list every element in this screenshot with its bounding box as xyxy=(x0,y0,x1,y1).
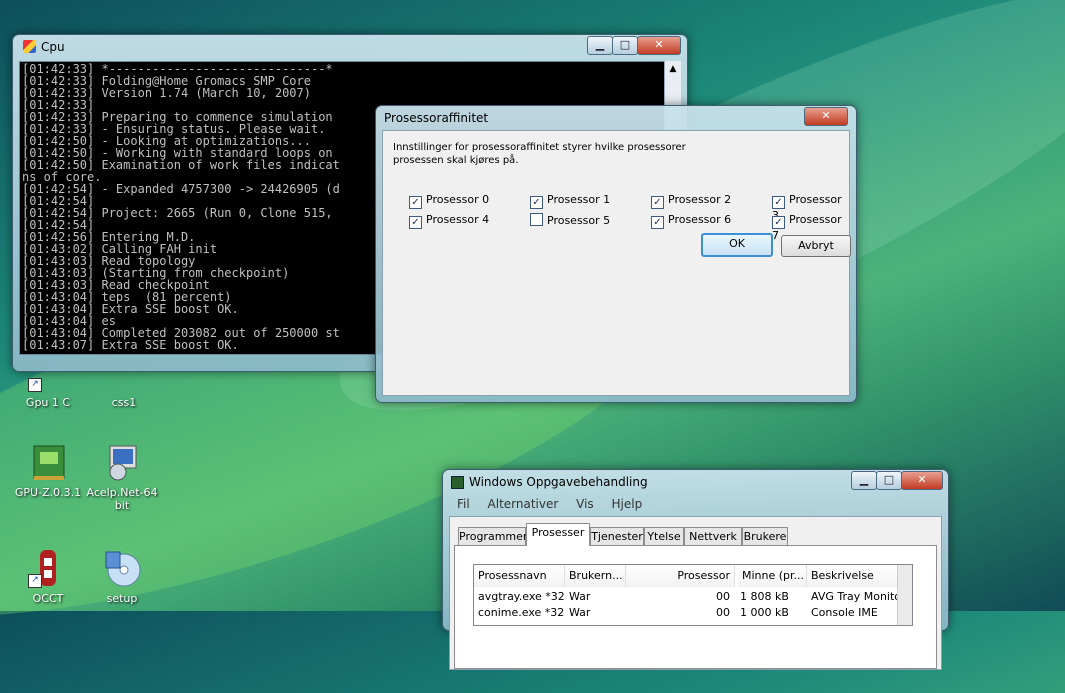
task-manager-window[interactable]: Windows Oppgavebehandling ▁ □ ✕ Fil Alte… xyxy=(442,469,949,670)
checkmark-icon[interactable]: ✓ xyxy=(772,216,785,229)
list-scrollbar[interactable] xyxy=(897,565,912,625)
table-row[interactable]: avgtray.exe *32 War 00 1 808 kB AVG Tray Mon… xyxy=(474,589,901,605)
titlebar[interactable]: Prosessoraffinitet ✕ xyxy=(376,106,856,130)
cancel-button[interactable]: Avbryt xyxy=(781,235,851,257)
processor-checkbox-5[interactable]: Prosessor 5 xyxy=(530,213,610,227)
window-title: Cpu xyxy=(41,40,65,54)
titlebar[interactable]: Windows Oppgavebehandling ▁ □ ✕ xyxy=(443,470,948,494)
tab-programs[interactable]: Programmer xyxy=(458,527,527,546)
scroll-up-arrow[interactable]: ▲ xyxy=(665,61,681,77)
checkbox-label: Prosessor 6 xyxy=(668,213,732,226)
table-cell: 1 808 kB xyxy=(740,590,789,603)
dialog-description: Innstillinger for prosessoraffinitet sty… xyxy=(393,141,793,167)
window-title: Windows Oppgavebehandling xyxy=(469,475,648,489)
column-header-name[interactable]: Prosessnavn xyxy=(474,565,565,587)
menu-file[interactable]: Fil xyxy=(457,497,470,511)
table-row[interactable]: conime.exe *32 War 00 1 000 kB Console IME xyxy=(474,605,896,621)
menu-options[interactable]: Alternativer xyxy=(488,497,559,511)
setup-cd-icon xyxy=(102,548,142,588)
column-header-memory[interactable]: Minne (pr... xyxy=(738,565,807,587)
table-cell: 00 xyxy=(716,606,730,619)
checkbox-label: Prosessor 2 xyxy=(668,193,732,206)
dialog-body: Innstillinger for prosessoraffinitet sty… xyxy=(382,130,851,396)
processor-checkbox-0[interactable]: ✓ Prosessor 0 xyxy=(409,193,490,209)
minimize-button[interactable]: ▁ xyxy=(851,471,877,490)
tab-processes[interactable]: Prosesser xyxy=(526,523,590,546)
titlebar[interactable]: Cpu ▁ □ ✕ xyxy=(13,35,687,59)
close-button[interactable]: ✕ xyxy=(637,36,681,55)
description-line: prosessen skal kjøres på. xyxy=(393,155,519,166)
processor-checkbox-4[interactable]: ✓ Prosessor 4 xyxy=(409,213,490,229)
desktop-icon-label: Acelp.Net-64 bit xyxy=(86,486,158,512)
affinity-dialog[interactable]: Prosessoraffinitet ✕ Innstillinger for p… xyxy=(375,105,857,403)
processor-checkbox-3[interactable]: ✓Prosessor 3 xyxy=(772,193,849,222)
desktop-icon-label: OCCT xyxy=(32,592,64,605)
dialog-title: Prosessoraffinitet xyxy=(384,111,489,125)
checkmark-icon[interactable]: ✓ xyxy=(530,196,543,209)
process-list[interactable]: Prosessnavn Brukern... Prosessor Minne (… xyxy=(473,564,913,626)
column-header-description[interactable]: Beskrivelse xyxy=(807,565,908,587)
desktop-icon-label: css1 xyxy=(111,396,137,409)
table-cell: Console IME xyxy=(811,606,878,619)
table-cell: conime.exe *32 xyxy=(478,606,565,619)
checkmark-icon[interactable]: ✓ xyxy=(772,196,785,209)
desktop-icon-label: GPU-Z.0.3.1 xyxy=(14,486,82,499)
column-header-cpu[interactable]: Prosessor xyxy=(626,565,735,587)
desktop-icon-label: Gpu 1 C xyxy=(25,396,71,409)
desktop-icon-setup[interactable]: setup xyxy=(84,548,160,605)
processor-checkbox-7[interactable]: ✓ Prosessor 7 xyxy=(772,213,849,242)
checkbox-label: Prosessor 5 xyxy=(547,214,611,227)
console-line: [01:42:33] Version 1.74 (March 10, 2007) xyxy=(22,86,311,100)
console-app-icon xyxy=(23,40,36,53)
checkmark-icon[interactable]: ✓ xyxy=(651,196,664,209)
occt-icon: ↗ xyxy=(28,548,68,588)
task-manager-body: Programmer Prosesser Tjenester Ytelse Ne… xyxy=(449,516,942,670)
tab-performance[interactable]: Ytelse xyxy=(644,527,684,546)
processor-checkbox-1[interactable]: ✓ Prosessor 1 xyxy=(530,193,611,209)
table-cell: avgtray.exe *32 xyxy=(478,590,565,603)
maximize-button[interactable]: □ xyxy=(876,471,902,490)
processes-panel: Prosessnavn Brukern... Prosessor Minne (… xyxy=(454,545,937,669)
checkbox-label: Prosessor 0 xyxy=(426,193,490,206)
minimize-button[interactable]: ▁ xyxy=(587,36,613,55)
table-cell: War xyxy=(569,590,591,603)
desktop-icon-label: setup xyxy=(106,592,138,605)
table-cell: 00 xyxy=(716,590,730,603)
maximize-button[interactable]: □ xyxy=(612,36,638,55)
gpu-z-icon xyxy=(28,442,68,482)
table-cell: AVG Tray Monitor xyxy=(811,590,901,603)
checkbox-label: Prosessor 4 xyxy=(426,213,490,226)
tab-services[interactable]: Tjenester xyxy=(590,527,644,546)
menu-help[interactable]: Hjelp xyxy=(612,497,643,511)
task-manager-icon xyxy=(451,476,464,489)
checkmark-icon[interactable]: ✓ xyxy=(409,196,422,209)
column-header-user[interactable]: Brukern... xyxy=(565,565,626,587)
processor-checkbox-2[interactable]: ✓ Prosessor 2 xyxy=(651,193,732,209)
processor-checkbox-6[interactable]: ✓ Prosessor 6 xyxy=(651,213,732,229)
checkmark-icon[interactable]: ✓ xyxy=(651,216,664,229)
checkbox-label: Prosessor 1 xyxy=(547,193,611,206)
close-button[interactable]: ✕ xyxy=(901,471,943,490)
table-cell: 1 000 kB xyxy=(740,606,789,619)
desktop-icon-acelp[interactable]: Acelp.Net-64 bit xyxy=(84,442,160,512)
menu-view[interactable]: Vis xyxy=(576,497,594,511)
ok-button[interactable]: OK xyxy=(701,233,773,257)
desktop-icon-gpuz[interactable]: GPU-Z.0.3.1 xyxy=(10,442,86,499)
checkmark-icon[interactable]: ✓ xyxy=(409,216,422,229)
tab-users[interactable]: Brukere xyxy=(742,527,788,546)
desktop-icon-occt[interactable]: ↗ OCCT xyxy=(10,548,86,605)
checkbox-empty-icon[interactable] xyxy=(530,213,543,226)
installer-icon xyxy=(102,442,142,482)
menu-bar: Fil Alternativer Vis Hjelp xyxy=(449,497,942,515)
close-button[interactable]: ✕ xyxy=(804,107,848,126)
table-cell: War xyxy=(569,606,591,619)
tab-network[interactable]: Nettverk xyxy=(684,527,742,546)
description-line: Innstillinger for prosessoraffinitet sty… xyxy=(393,142,686,153)
